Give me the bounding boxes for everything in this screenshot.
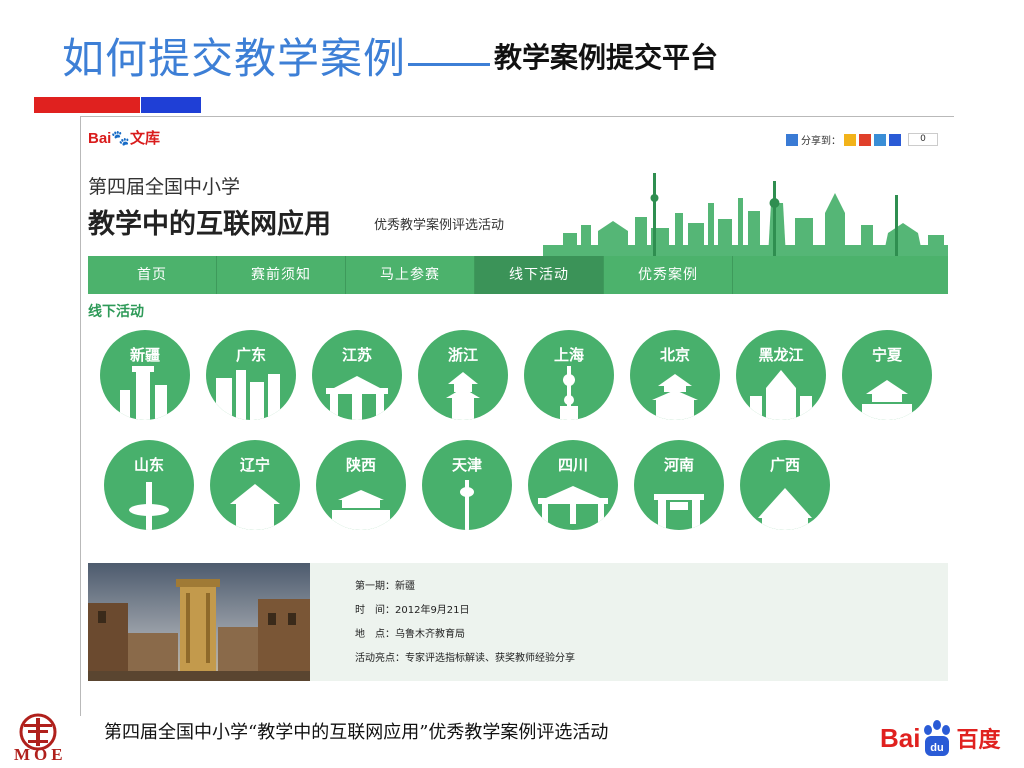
qzone-icon[interactable] bbox=[844, 133, 856, 146]
skyline-illustration bbox=[543, 173, 948, 257]
city-label: 山东 bbox=[133, 456, 164, 474]
baidu-wenku-logo-wk: 文库 bbox=[130, 130, 161, 147]
activity-details: 第一期：新疆 时 间：2012年9月21日 地 点：乌鲁木齐教育局 活动亮点：专… bbox=[355, 575, 575, 671]
slide-title: 如何提交教学案例 教学案例提交平台 bbox=[62, 38, 718, 80]
city-badge-zhejiang[interactable]: 浙江 bbox=[418, 330, 508, 420]
baidu-wenku-page: Bai🐾文库 分享到： 0 第四届全国中小学 教学中的互联网应用 优秀教学案例评… bbox=[88, 118, 948, 681]
city-badge-heilongjiang[interactable]: 黑龙江 bbox=[736, 330, 826, 420]
svg-text:du: du bbox=[931, 742, 944, 754]
share-bar: 分享到： 0 bbox=[786, 132, 938, 147]
city-badge-shandong[interactable]: 山东 bbox=[104, 440, 194, 530]
activity-time: 时 间：2012年9月21日 bbox=[355, 605, 470, 616]
web-header: Bai🐾文库 分享到： 0 bbox=[88, 118, 948, 158]
main-nav: 首页 赛前须知 马上参赛 线下活动 优秀案例 bbox=[88, 256, 948, 294]
activity-highlights: 活动亮点：专家评选指标解读、获奖教师经验分享 bbox=[355, 653, 575, 664]
city-label: 黑龙江 bbox=[758, 346, 804, 364]
blue-accent-bar bbox=[141, 97, 201, 113]
nav-offline-activities[interactable]: 线下活动 bbox=[475, 256, 604, 294]
title-dash-divider bbox=[408, 63, 491, 66]
renren-icon[interactable] bbox=[889, 133, 901, 146]
city-label: 宁夏 bbox=[871, 346, 902, 364]
city-label: 四川 bbox=[557, 456, 588, 474]
frame-left-rule bbox=[80, 116, 81, 716]
city-label: 浙江 bbox=[447, 346, 478, 364]
baidu-logo-cn: 百度 bbox=[956, 728, 1001, 753]
nav-pre-contest-notes[interactable]: 赛前须知 bbox=[217, 256, 346, 294]
share-label: 分享到： bbox=[801, 136, 841, 147]
city-label: 辽宁 bbox=[239, 456, 270, 474]
city-label: 北京 bbox=[659, 346, 690, 364]
section-title-offline-activities: 线下活动 bbox=[88, 304, 144, 320]
weibo-icon[interactable] bbox=[859, 133, 871, 146]
city-label: 广西 bbox=[769, 456, 800, 474]
city-badge-henan[interactable]: 河南 bbox=[634, 440, 724, 530]
city-label: 广东 bbox=[235, 346, 266, 364]
moe-logo-text: MOE bbox=[14, 745, 67, 764]
city-label: 河南 bbox=[663, 456, 694, 474]
share-count: 0 bbox=[908, 133, 938, 146]
city-badge-sichuan[interactable]: 四川 bbox=[528, 440, 618, 530]
baidu-wenku-logo[interactable]: Bai🐾文库 bbox=[88, 127, 160, 148]
slide-title-main: 如何提交教学案例 bbox=[62, 34, 407, 83]
city-badge-guangxi[interactable]: 广西 bbox=[740, 440, 830, 530]
banner-tagline: 优秀教学案例评选活动 bbox=[374, 218, 505, 233]
city-badge-ningxia[interactable]: 宁夏 bbox=[842, 330, 932, 420]
city-label: 陕西 bbox=[345, 456, 376, 474]
nav-home[interactable]: 首页 bbox=[88, 256, 217, 294]
city-label: 江苏 bbox=[341, 346, 372, 364]
city-badge-liaoning[interactable]: 辽宁 bbox=[210, 440, 300, 530]
baidu-wenku-logo-bai: Bai bbox=[88, 130, 112, 147]
slide-title-sub: 教学案例提交平台 bbox=[494, 41, 719, 74]
city-badge-xinjiang[interactable]: 新疆 bbox=[100, 330, 190, 420]
banner-title: 教学中的互联网应用 bbox=[88, 209, 331, 240]
city-label: 新疆 bbox=[129, 346, 160, 364]
baidu-paw-icon: du bbox=[924, 720, 951, 756]
activity-info-panel: 第一期：新疆 时 间：2012年9月21日 地 点：乌鲁木齐教育局 活动亮点：专… bbox=[88, 563, 948, 681]
city-badge-jiangsu[interactable]: 江苏 bbox=[312, 330, 402, 420]
slide-caption: 第四届全国中小学“教学中的互联网应用”优秀教学案例评选活动 bbox=[104, 722, 609, 743]
xinjiang-photo bbox=[88, 563, 310, 681]
city-badge-tianjin[interactable]: 天津 bbox=[422, 440, 512, 530]
city-label: 上海 bbox=[553, 346, 584, 364]
red-accent-bar bbox=[34, 97, 140, 113]
activity-place: 地 点：乌鲁木齐教育局 bbox=[355, 629, 465, 640]
share-plus-icon[interactable] bbox=[786, 133, 798, 146]
nav-enter-contest[interactable]: 马上参赛 bbox=[346, 256, 475, 294]
activity-issue: 第一期：新疆 bbox=[355, 581, 415, 592]
city-badge-beijing[interactable]: 北京 bbox=[630, 330, 720, 420]
tencent-weibo-icon[interactable] bbox=[874, 133, 886, 146]
baidu-logo: Bai du 百度 bbox=[880, 715, 1000, 761]
banner-subtitle: 第四届全国中小学 bbox=[88, 176, 241, 198]
city-label: 天津 bbox=[451, 456, 482, 474]
city-badge-shaanxi[interactable]: 陕西 bbox=[316, 440, 406, 530]
nav-excellent-cases[interactable]: 优秀案例 bbox=[604, 256, 733, 294]
paw-icon: 🐾 bbox=[111, 130, 131, 147]
city-badge-shanghai[interactable]: 上海 bbox=[524, 330, 614, 420]
city-badge-guangdong[interactable]: 广东 bbox=[206, 330, 296, 420]
baidu-logo-bai: Bai bbox=[880, 722, 921, 753]
frame-top-rule bbox=[80, 116, 954, 117]
